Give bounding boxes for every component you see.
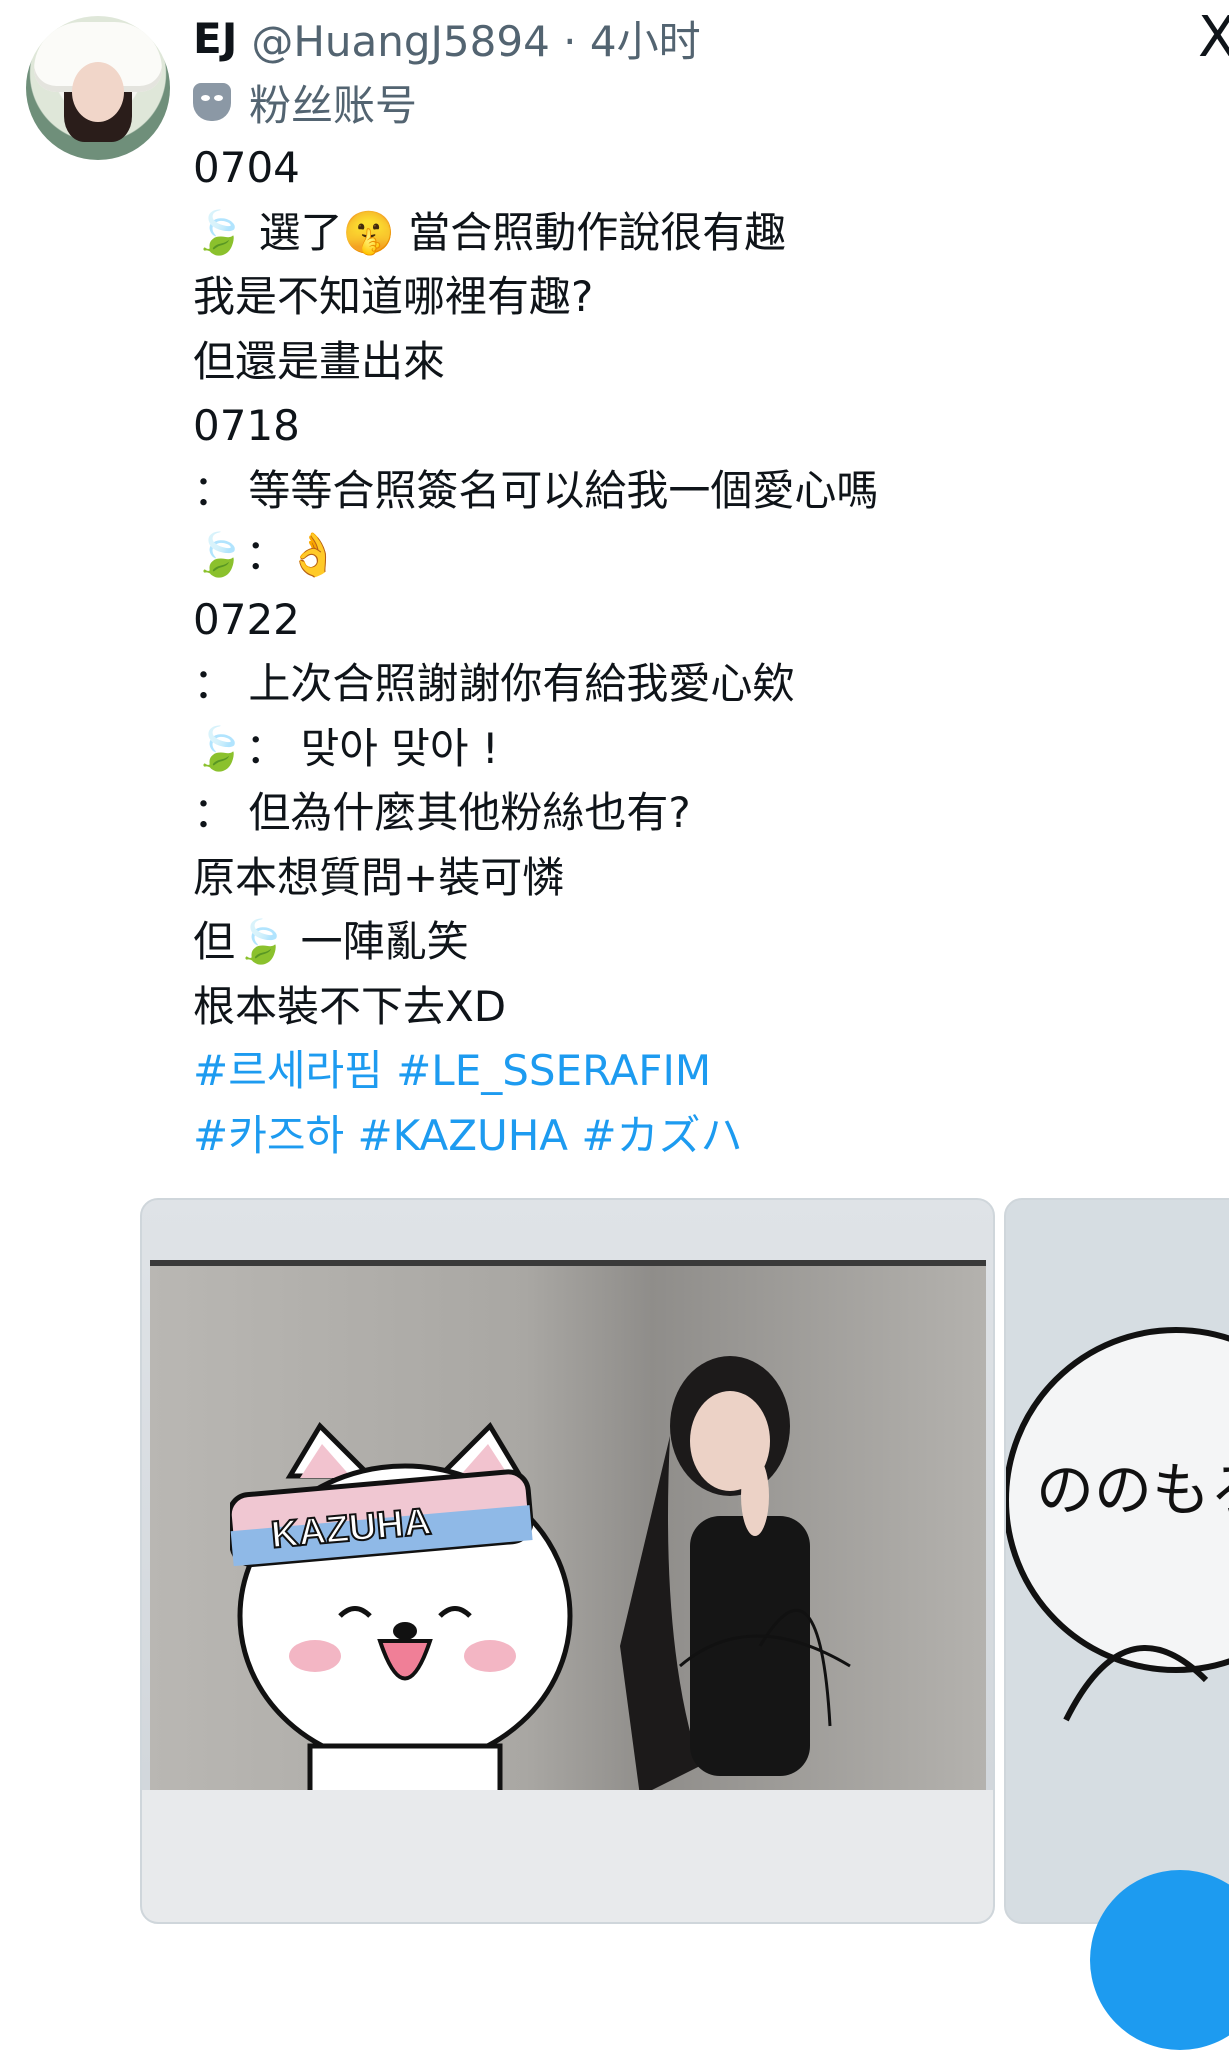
tweet-line: 🍃 選了🤫 當合照動作說很有趣 bbox=[193, 207, 787, 257]
tweet-line: 我是不知道哪裡有趣? bbox=[193, 272, 594, 321]
fan-account-label: 粉丝账号 bbox=[193, 72, 417, 132]
tweet-line: 原本想質問+裝可憐 bbox=[193, 852, 565, 902]
media-photo-1[interactable]: KAZUHA bbox=[140, 1198, 995, 1924]
avatar[interactable] bbox=[26, 16, 170, 160]
display-name[interactable]: EJ bbox=[193, 14, 237, 63]
tweet-line: 但🍃 一陣亂笑 bbox=[193, 917, 469, 966]
tweet-line: 🍃：👌 bbox=[193, 530, 340, 579]
fan-account-text: 粉丝账号 bbox=[249, 80, 418, 130]
doodle-drawing: ののもろ bbox=[1006, 1327, 1229, 1722]
tweet-line: 🍃： 맞아 맞아 ! bbox=[193, 723, 499, 773]
tweet-line: 0722 bbox=[193, 594, 300, 644]
tweet-line: 0704 bbox=[193, 143, 300, 192]
tweet-text: 0704 🍃 選了🤫 當合照動作說很有趣 我是不知道哪裡有趣? 但還是畫出來 0… bbox=[193, 136, 1193, 1168]
theater-mask-icon bbox=[193, 83, 231, 121]
tweet-header: EJ @HuangJ5894 · 4小时 bbox=[193, 8, 701, 68]
tweet-line: 根本裝不下去XD bbox=[193, 981, 507, 1031]
tweet-line: 但還是畫出來 bbox=[193, 336, 446, 386]
doodle-text: ののもろ bbox=[1036, 1456, 1229, 1524]
tweet-line: ： 但為什麼其他粉絲也有? bbox=[193, 788, 691, 837]
handle-and-time[interactable]: @HuangJ5894 · 4小时 bbox=[251, 8, 700, 69]
hashtags: #르세라핌 #LE_SSERAFIM #카즈하 #KAZUHA #カズハ bbox=[193, 1039, 1193, 1168]
avatar-face bbox=[72, 62, 124, 122]
hashtag-line[interactable]: #카즈하 #KAZUHA #カズハ bbox=[193, 1104, 1193, 1169]
tweet-line: ： 上次合照謝謝你有給我愛心欸 bbox=[193, 659, 795, 708]
x-logo-icon[interactable]: X bbox=[1198, 8, 1229, 68]
polaroid-bottom bbox=[142, 1790, 993, 1922]
tweet-line: 0718 bbox=[193, 401, 300, 450]
hashtag-line[interactable]: #르세라핌 #LE_SSERAFIM bbox=[193, 1039, 1193, 1104]
tweet-line: ： 等等合照簽名可以給我一個愛心嗎 bbox=[193, 465, 879, 515]
dog-drawing: KAZUHA bbox=[230, 1421, 573, 1816]
polaroid-photo: KAZUHA bbox=[150, 1260, 986, 1816]
person-photo bbox=[620, 1356, 851, 1796]
media-photo-2[interactable]: ののもろ bbox=[1004, 1198, 1229, 1924]
